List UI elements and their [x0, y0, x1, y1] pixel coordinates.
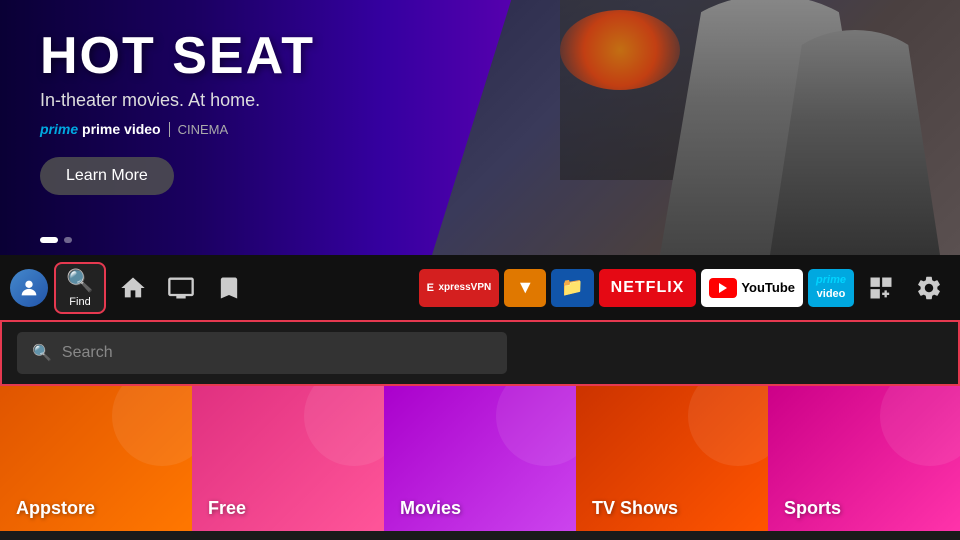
app-icons-row: E xpressVPN 📁 NETFLIX YouTube primevideo — [419, 269, 854, 307]
hero-title: HOT SEAT — [40, 30, 315, 82]
youtube-label: YouTube — [741, 280, 795, 295]
file-manager-icon: 📁 — [561, 277, 583, 298]
prime-video-app[interactable]: primevideo — [808, 269, 854, 307]
hero-banner: HOT SEAT In-theater movies. At home. pri… — [0, 0, 960, 255]
prime-video-label: primevideo — [816, 274, 846, 300]
cat-circle-deco — [688, 386, 768, 466]
dot-inactive — [64, 237, 72, 243]
navigation-bar: 🔍 Find E xpressVPN 📁 N — [0, 255, 960, 320]
expressvpn-label: E — [427, 282, 435, 294]
home-button[interactable] — [112, 267, 154, 309]
downloader-app[interactable] — [504, 269, 546, 307]
hero-subtitle: In-theater movies. At home. — [40, 90, 315, 111]
hero-explosion — [560, 10, 680, 90]
bookmark-button[interactable] — [208, 267, 250, 309]
cat-label-free: Free — [208, 498, 246, 519]
downloader-icon — [514, 277, 536, 299]
cat-label-movies: Movies — [400, 498, 461, 519]
user-avatar[interactable] — [10, 269, 48, 307]
file-manager-app[interactable]: 📁 — [551, 269, 593, 307]
netflix-app[interactable]: NETFLIX — [599, 269, 697, 307]
cat-label-sports: Sports — [784, 498, 841, 519]
cat-label-appstore: Appstore — [16, 498, 95, 519]
hero-image-area — [432, 0, 960, 255]
find-label: Find — [69, 296, 90, 308]
cat-label-tv-shows: TV Shows — [592, 498, 678, 519]
dot-active — [40, 237, 58, 243]
hero-content: HOT SEAT In-theater movies. At home. pri… — [40, 30, 315, 195]
find-button[interactable]: 🔍 Find — [54, 262, 106, 314]
category-appstore[interactable]: Appstore — [0, 386, 192, 531]
learn-more-button[interactable]: Learn More — [40, 157, 174, 195]
search-icon: 🔍 — [66, 268, 93, 294]
tv-button[interactable] — [160, 267, 202, 309]
search-input-icon: 🔍 — [32, 343, 52, 363]
search-input[interactable]: 🔍 Search — [17, 332, 507, 374]
category-sports[interactable]: Sports — [768, 386, 960, 531]
cat-circle-deco — [496, 386, 576, 466]
cinema-badge: CINEMA — [169, 122, 229, 137]
category-movies[interactable]: Movies — [384, 386, 576, 531]
settings-button[interactable] — [908, 267, 950, 309]
youtube-app[interactable]: YouTube — [701, 269, 803, 307]
category-tv-shows[interactable]: TV Shows — [576, 386, 768, 531]
cat-circle-deco — [880, 386, 960, 466]
netflix-label: NETFLIX — [611, 279, 685, 297]
expressvpn-app[interactable]: E xpressVPN — [419, 269, 500, 307]
cat-circle-deco — [112, 386, 192, 466]
youtube-play-icon — [709, 278, 737, 298]
prime-video-logo: prime prime video — [40, 121, 161, 137]
hero-dots — [40, 237, 72, 243]
search-section: 🔍 Search — [0, 320, 960, 386]
search-placeholder-text: Search — [62, 344, 113, 362]
grid-apps-button[interactable] — [860, 267, 902, 309]
category-tiles: Appstore Free Movies TV Shows Sports — [0, 386, 960, 531]
hero-brand: prime prime video CINEMA — [40, 121, 315, 137]
category-free[interactable]: Free — [192, 386, 384, 531]
cat-circle-deco — [304, 386, 384, 466]
expressvpn-text: xpressVPN — [438, 282, 491, 293]
nav-settings-area — [860, 267, 950, 309]
